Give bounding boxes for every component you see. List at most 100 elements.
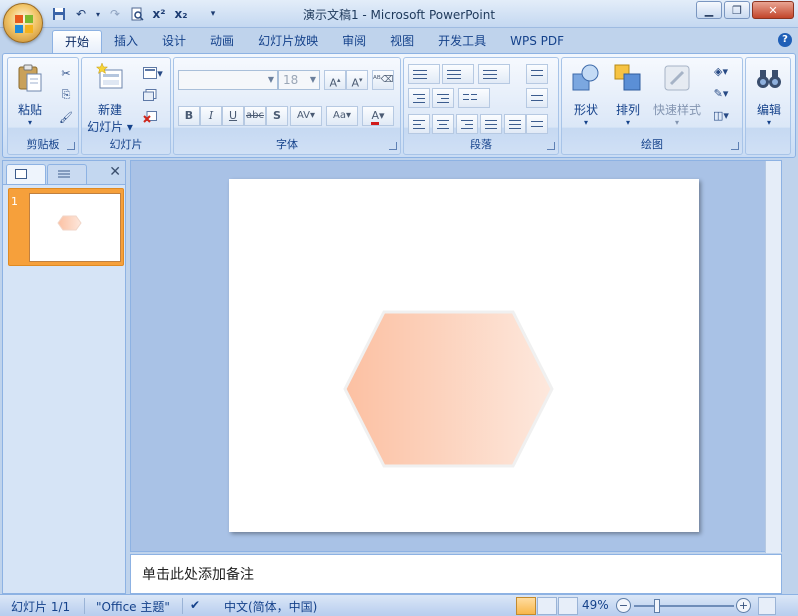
reset-slide-icon[interactable] — [140, 86, 160, 104]
normal-view-button[interactable] — [516, 597, 536, 615]
paragraph-launcher-icon[interactable] — [547, 142, 555, 150]
numbering-icon[interactable] — [442, 64, 474, 84]
slide-count: 幻灯片 1/1 — [11, 600, 71, 614]
format-painter-icon[interactable]: 🖌 — [56, 108, 76, 126]
zoom-in-icon[interactable]: + — [736, 598, 751, 613]
strikethrough-icon[interactable]: abc — [244, 106, 266, 126]
fit-to-window-button[interactable] — [758, 597, 776, 615]
tab-developer[interactable]: 开发工具 — [426, 30, 498, 54]
tab-slide-show[interactable]: 幻灯片放映 — [246, 30, 330, 54]
slide-show-button[interactable] — [558, 597, 578, 615]
arrange-button[interactable]: 排列 ▾ — [610, 62, 646, 127]
new-slide-icon — [95, 62, 123, 89]
group-clipboard: 粘贴 ▾ ✂ ⎘ 🖌 剪贴板 — [7, 57, 79, 155]
align-center-icon[interactable] — [432, 114, 454, 134]
tab-design[interactable]: 设计 — [150, 30, 198, 54]
justify-icon[interactable] — [480, 114, 502, 134]
text-direction-icon[interactable] — [526, 64, 548, 84]
notes-pane[interactable]: 单击此处添加备注 — [130, 554, 782, 594]
shrink-font-icon[interactable]: A▾ — [346, 70, 368, 90]
shapes-button[interactable]: 形状 ▾ — [568, 62, 604, 127]
underline-icon[interactable]: U — [222, 106, 244, 126]
paste-icon — [18, 64, 42, 92]
character-spacing-icon[interactable]: AV▾ — [290, 106, 322, 126]
slides-tab-icon — [15, 169, 27, 179]
drawing-group-label: 绘图 — [641, 138, 663, 151]
columns-icon[interactable] — [458, 88, 490, 108]
outline-tab-icon — [58, 170, 70, 178]
line-spacing-icon[interactable] — [478, 64, 510, 84]
notes-placeholder: 单击此处添加备注 — [142, 567, 254, 583]
tab-animations[interactable]: 动画 — [198, 30, 246, 54]
group-drawing: 形状 ▾ 排列 ▾ 快速样式 ▾ ◈▾ ✎▾ ◫▾ 绘图 — [561, 57, 743, 155]
window-title: 演示文稿1 - Microsoft PowerPoint — [302, 8, 496, 22]
theme-name[interactable]: "Office 主题" — [96, 598, 170, 615]
align-right-icon[interactable] — [456, 114, 478, 134]
slide-number: 1 — [11, 195, 18, 208]
paste-button[interactable]: 粘贴 ▾ — [12, 62, 48, 127]
smartart-icon[interactable] — [526, 114, 548, 134]
outline-tab[interactable] — [47, 164, 87, 184]
font-launcher-icon[interactable] — [389, 142, 397, 150]
slides-group-label: 幻灯片 — [109, 138, 143, 151]
zoom-out-icon[interactable]: − — [616, 598, 631, 613]
align-left-icon[interactable] — [408, 114, 430, 134]
tab-wps-pdf[interactable]: WPS PDF — [498, 30, 576, 54]
editing-button[interactable]: 编辑 ▾ — [750, 62, 788, 127]
clear-formatting-icon[interactable]: ᴬᴮ⌫ — [372, 70, 394, 90]
close-button[interactable]: ✕ — [752, 1, 794, 19]
drawing-launcher-icon[interactable] — [731, 142, 739, 150]
tab-view[interactable]: 视图 — [378, 30, 426, 54]
zoom-level[interactable]: 49% — [582, 598, 609, 612]
shape-fill-icon[interactable]: ◈▾ — [706, 62, 736, 80]
quick-styles-icon — [664, 65, 690, 91]
grow-font-icon[interactable]: A▴ — [324, 70, 346, 90]
ribbon-tabs: 开始 插入 设计 动画 幻灯片放映 审阅 视图 开发工具 WPS PDF ? — [0, 28, 798, 54]
new-slide-label-line1: 新建 — [97, 103, 122, 117]
group-slides: 新建 幻灯片 ▾ ▾ 幻灯片 — [81, 57, 171, 155]
restore-button[interactable]: ❐ — [724, 1, 750, 19]
bullets-icon[interactable] — [408, 64, 440, 84]
distributed-icon[interactable] — [504, 114, 526, 134]
editing-label: 编辑 — [756, 103, 781, 117]
tab-review[interactable]: 审阅 — [330, 30, 378, 54]
shape-effects-icon[interactable]: ◫▾ — [706, 106, 736, 124]
minimize-button[interactable]: ▁ — [696, 1, 722, 19]
slide-sorter-button[interactable] — [537, 597, 557, 615]
font-size-combo[interactable]: 18 ▼ — [278, 70, 320, 90]
quick-styles-button[interactable]: 快速样式 ▾ — [650, 62, 704, 127]
shapes-icon — [572, 64, 599, 91]
layout-icon[interactable]: ▾ — [140, 64, 166, 82]
decrease-indent-icon[interactable] — [408, 88, 430, 108]
new-slide-button[interactable]: 新建 幻灯片 ▾ — [86, 62, 134, 135]
slide-thumbnail[interactable] — [8, 188, 124, 266]
help-icon[interactable]: ? — [778, 33, 792, 47]
shadow-icon[interactable]: S — [266, 106, 288, 126]
hexagon-shape[interactable] — [229, 179, 699, 532]
zoom-slider-thumb[interactable] — [654, 599, 660, 613]
increase-indent-icon[interactable] — [432, 88, 454, 108]
spell-check-icon[interactable]: ✔ — [190, 598, 200, 612]
italic-icon[interactable]: I — [200, 106, 222, 126]
cut-icon[interactable]: ✂ — [56, 64, 76, 82]
copy-icon[interactable]: ⎘ — [56, 86, 76, 104]
vertical-scrollbar[interactable] — [765, 161, 781, 553]
align-text-icon[interactable] — [526, 88, 548, 108]
office-button[interactable] — [3, 3, 43, 43]
font-size-value: 18 — [283, 73, 299, 87]
font-color-icon[interactable]: A▾ — [362, 106, 394, 126]
tab-insert[interactable]: 插入 — [102, 30, 150, 54]
slide-canvas[interactable] — [229, 179, 699, 532]
zoom-slider-track[interactable] — [634, 605, 734, 607]
bold-icon[interactable]: B — [178, 106, 200, 126]
shapes-label: 形状 — [573, 103, 598, 117]
shape-outline-icon[interactable]: ✎▾ — [706, 84, 736, 102]
tab-home[interactable]: 开始 — [52, 30, 103, 54]
language-indicator[interactable]: 中文(简体，中国) — [224, 598, 317, 615]
slides-tab[interactable] — [6, 164, 46, 184]
change-case-icon[interactable]: Aa▾ — [326, 106, 358, 126]
close-panel-icon[interactable]: ✕ — [109, 164, 121, 180]
delete-slide-icon[interactable] — [140, 108, 160, 126]
font-name-combo[interactable]: ▼ — [178, 70, 278, 90]
clipboard-launcher-icon[interactable] — [67, 142, 75, 150]
